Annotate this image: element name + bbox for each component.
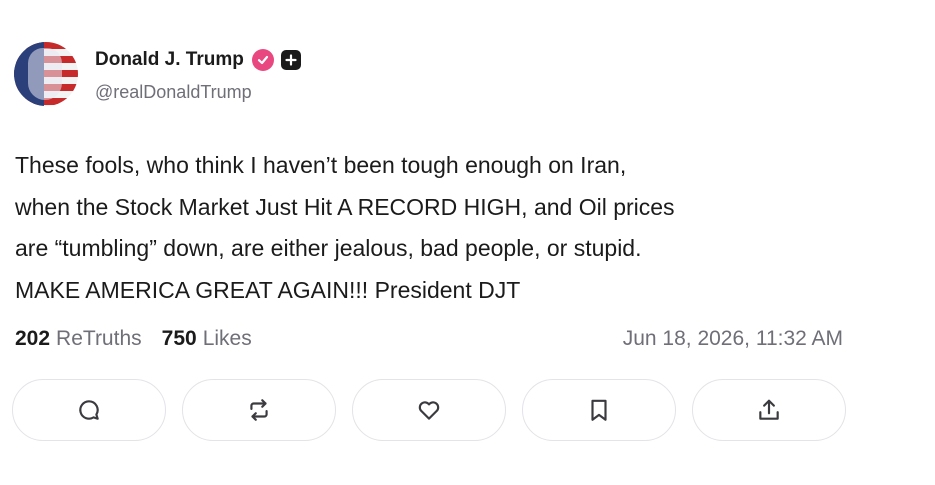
reply-button[interactable] xyxy=(12,379,166,441)
action-bar xyxy=(12,379,862,441)
post-text-line: are “tumbling” down, are either jealous,… xyxy=(15,235,642,261)
author-handle[interactable]: @realDonaldTrump xyxy=(95,82,252,103)
bookmark-icon xyxy=(591,399,607,421)
post-body: These fools, who think I haven’t been to… xyxy=(15,145,895,311)
retruths-label[interactable]: ReTruths xyxy=(56,327,142,351)
add-follow-icon[interactable] xyxy=(280,50,301,70)
share-button[interactable] xyxy=(692,379,846,441)
share-icon xyxy=(759,399,779,420)
retruth-icon xyxy=(250,399,268,421)
like-button[interactable] xyxy=(352,379,506,441)
post-text-line: These fools, who think I haven’t been to… xyxy=(15,152,627,178)
reply-icon xyxy=(79,400,99,420)
avatar-portrait xyxy=(28,48,62,100)
retruths-count[interactable]: 202 xyxy=(15,327,50,351)
post-text-line: MAKE AMERICA GREAT AGAIN!!! President DJ… xyxy=(15,276,521,303)
avatar[interactable] xyxy=(14,42,78,106)
post-text-line: when the Stock Market Just Hit A RECORD … xyxy=(15,193,675,220)
post-timestamp[interactable]: Jun 18, 2026, 11:32 AM xyxy=(623,327,843,351)
likes-label[interactable]: Likes xyxy=(203,327,252,351)
truth-social-post: Donald J. Trump @realDonaldTrump These f… xyxy=(0,0,935,485)
like-icon xyxy=(418,401,440,420)
author-display-name[interactable]: Donald J. Trump xyxy=(95,49,244,71)
verified-badge-icon xyxy=(251,49,274,71)
likes-count[interactable]: 750 xyxy=(162,327,197,351)
retruth-button[interactable] xyxy=(182,379,336,441)
engagement-stats: 202 ReTruths 750 Likes xyxy=(15,327,252,351)
bookmark-button[interactable] xyxy=(522,379,676,441)
author-name-row: Donald J. Trump xyxy=(95,47,301,73)
